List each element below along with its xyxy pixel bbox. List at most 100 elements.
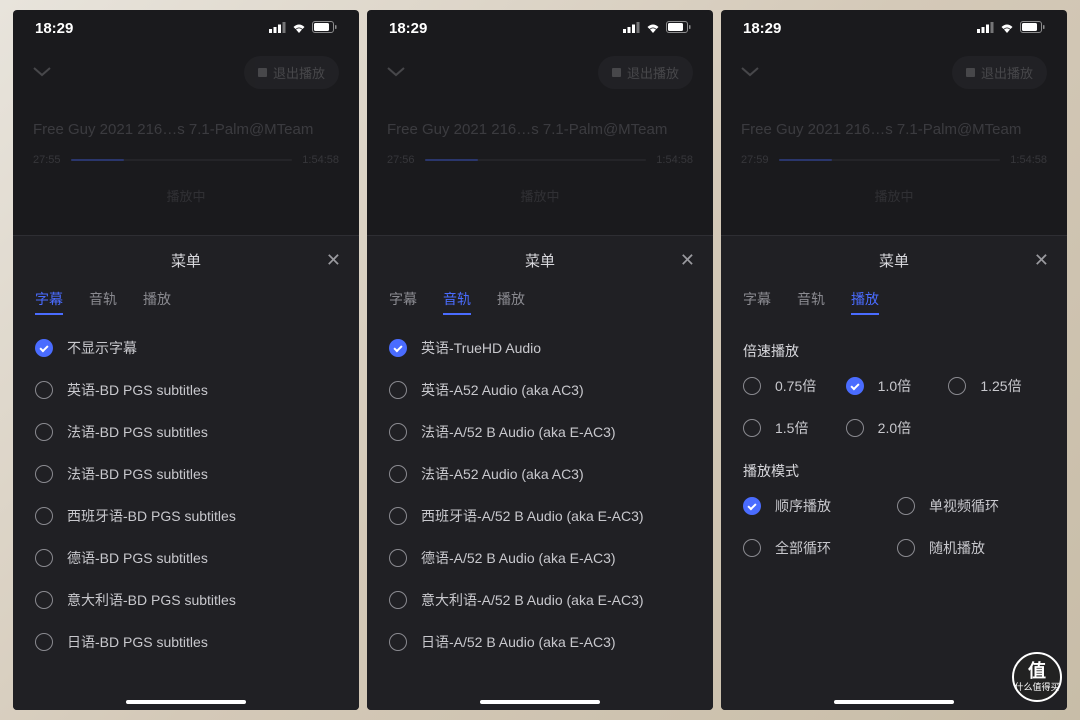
option-label: 日语-BD PGS subtitles [67, 632, 208, 652]
option-item[interactable]: 西班牙语-A/52 B Audio (aka E-AC3) [389, 495, 691, 537]
option-label: 法语-A52 Audio (aka AC3) [421, 464, 584, 484]
menu-title: 菜单 [525, 253, 555, 270]
option-label: 单视频循环 [929, 496, 999, 516]
radio-unchecked-icon [389, 633, 407, 651]
menu-sheet: 菜单 ✕ 字幕 音轨 播放 不显示字幕英语-BD PGS subtitles法语… [13, 235, 359, 710]
chevron-down-icon[interactable] [387, 64, 405, 82]
stop-icon [258, 68, 267, 77]
option-item[interactable]: 1.0倍 [846, 367, 943, 405]
progress-bar[interactable] [779, 159, 1001, 161]
tab-subtitle[interactable]: 字幕 [389, 289, 417, 315]
option-item[interactable]: 英语-A52 Audio (aka AC3) [389, 369, 691, 411]
exit-playback-button[interactable]: 退出播放 [598, 56, 693, 89]
radio-checked-icon [846, 377, 864, 395]
option-label: 日语-A/52 B Audio (aka E-AC3) [421, 632, 616, 652]
home-indicator[interactable] [480, 700, 600, 704]
option-label: 1.5倍 [775, 418, 808, 438]
status-icons [977, 20, 1045, 37]
option-item[interactable]: 1.25倍 [948, 367, 1045, 405]
option-item[interactable]: 顺序播放 [743, 487, 891, 525]
option-item[interactable]: 德语-A/52 B Audio (aka E-AC3) [389, 537, 691, 579]
option-item[interactable]: 意大利语-A/52 B Audio (aka E-AC3) [389, 579, 691, 621]
watermark-char: 值 [1028, 662, 1046, 680]
progress-row: 27:59 1:54:58 [721, 150, 1067, 170]
battery-icon [666, 20, 691, 37]
watermark-text: 什么值得买 [1014, 680, 1059, 693]
menu-sheet: 菜单 ✕ 字幕 音轨 播放 倍速播放0.75倍1.0倍1.25倍1.5倍2.0倍… [721, 235, 1067, 710]
section-title: 播放模式 [743, 447, 1045, 487]
radio-unchecked-icon [743, 419, 761, 437]
option-item[interactable]: 法语-A/52 B Audio (aka E-AC3) [389, 411, 691, 453]
radio-unchecked-icon [35, 465, 53, 483]
status-icons [623, 20, 691, 37]
tab-subtitle[interactable]: 字幕 [35, 289, 63, 315]
tabs: 字幕 音轨 播放 [13, 281, 359, 327]
option-item[interactable]: 英语-BD PGS subtitles [35, 369, 337, 411]
tab-audio[interactable]: 音轨 [89, 289, 117, 315]
tab-playback[interactable]: 播放 [143, 289, 171, 315]
radio-unchecked-icon [846, 419, 864, 437]
option-item[interactable]: 法语-BD PGS subtitles [35, 453, 337, 495]
tab-audio[interactable]: 音轨 [797, 289, 825, 315]
exit-playback-button[interactable]: 退出播放 [244, 56, 339, 89]
tab-audio[interactable]: 音轨 [443, 289, 471, 315]
chevron-down-icon[interactable] [33, 64, 51, 82]
status-bar: 18:29 [721, 10, 1067, 46]
radio-unchecked-icon [743, 377, 761, 395]
option-item[interactable]: 日语-BD PGS subtitles [35, 621, 337, 663]
progress-bar[interactable] [425, 159, 647, 161]
option-item[interactable]: 法语-A52 Audio (aka AC3) [389, 453, 691, 495]
option-item[interactable]: 1.5倍 [743, 409, 840, 447]
clock: 18:29 [35, 20, 73, 37]
option-item[interactable]: 法语-BD PGS subtitles [35, 411, 337, 453]
stop-icon [612, 68, 621, 77]
menu-header: 菜单 ✕ [721, 236, 1067, 281]
close-icon[interactable]: ✕ [680, 250, 695, 271]
current-time: 27:59 [741, 154, 769, 166]
option-label: 2.0倍 [878, 418, 911, 438]
option-label: 英语-TrueHD Audio [421, 338, 541, 358]
status-bar: 18:29 [367, 10, 713, 46]
option-item[interactable]: 日语-A/52 B Audio (aka E-AC3) [389, 621, 691, 663]
menu-sheet: 菜单 ✕ 字幕 音轨 播放 英语-TrueHD Audio 英语-A52 Audi… [367, 235, 713, 710]
option-item[interactable]: 德语-BD PGS subtitles [35, 537, 337, 579]
home-indicator[interactable] [126, 700, 246, 704]
option-item[interactable]: 随机播放 [897, 529, 1045, 567]
total-time: 1:54:58 [302, 154, 339, 166]
menu-header: 菜单 ✕ [367, 236, 713, 281]
option-item[interactable]: 不显示字幕 [35, 327, 337, 369]
option-item[interactable]: 全部循环 [743, 529, 891, 567]
exit-playback-button[interactable]: 退出播放 [952, 56, 1047, 89]
option-label: 随机播放 [929, 538, 985, 558]
option-item[interactable]: 英语-TrueHD Audio [389, 327, 691, 369]
radio-unchecked-icon [743, 539, 761, 557]
tab-subtitle[interactable]: 字幕 [743, 289, 771, 315]
tab-playback[interactable]: 播放 [497, 289, 525, 315]
radio-checked-icon [35, 339, 53, 357]
option-label: 意大利语-A/52 B Audio (aka E-AC3) [421, 590, 644, 610]
audio-options: 英语-TrueHD Audio英语-A52 Audio (aka AC3)法语-… [367, 327, 713, 710]
option-item[interactable]: 单视频循环 [897, 487, 1045, 525]
progress-bar[interactable] [71, 159, 293, 161]
exit-label: 退出播放 [273, 63, 325, 82]
radio-unchecked-icon [389, 465, 407, 483]
option-label: 不显示字幕 [67, 338, 137, 358]
exit-label: 退出播放 [981, 63, 1033, 82]
chevron-down-icon[interactable] [741, 64, 759, 82]
signal-icon [977, 20, 994, 37]
option-label: 法语-BD PGS subtitles [67, 422, 208, 442]
radio-unchecked-icon [389, 591, 407, 609]
option-item[interactable]: 西班牙语-BD PGS subtitles [35, 495, 337, 537]
tab-playback[interactable]: 播放 [851, 289, 879, 315]
radio-unchecked-icon [389, 381, 407, 399]
close-icon[interactable]: ✕ [1034, 250, 1049, 271]
play-status: 播放中 [13, 170, 359, 235]
option-item[interactable]: 0.75倍 [743, 367, 840, 405]
option-label: 法语-BD PGS subtitles [67, 464, 208, 484]
subtitle-options: 不显示字幕英语-BD PGS subtitles 法语-BD PGS subtit… [13, 327, 359, 710]
close-icon[interactable]: ✕ [326, 250, 341, 271]
home-indicator[interactable] [834, 700, 954, 704]
current-time: 27:55 [33, 154, 61, 166]
option-item[interactable]: 意大利语-BD PGS subtitles [35, 579, 337, 621]
option-item[interactable]: 2.0倍 [846, 409, 943, 447]
